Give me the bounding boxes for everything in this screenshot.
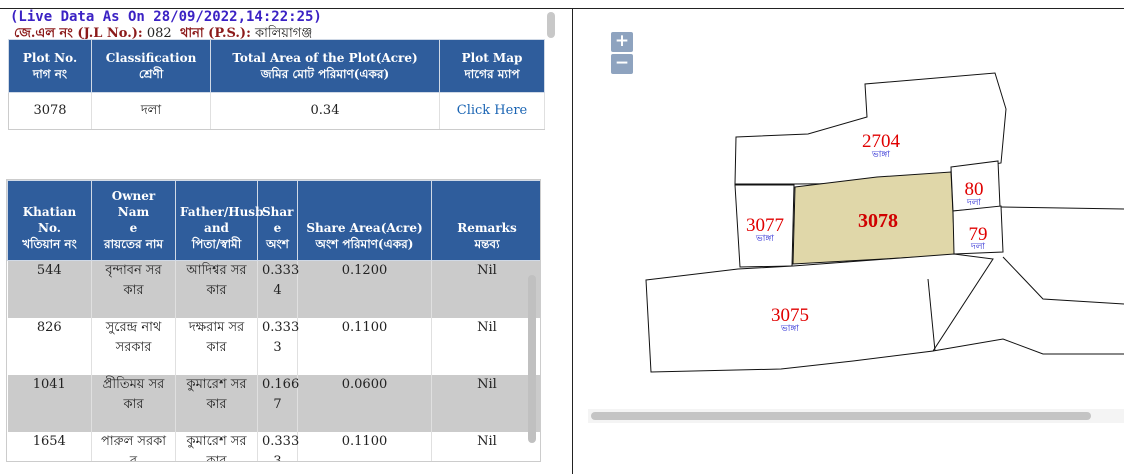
table-row: 1654 পারুল সরকা র কুমারেশ সর কার 0.333 3 0.… (7, 431, 540, 461)
header-share: Shar e অংশ (257, 180, 298, 261)
table-row: 544 বৃন্দাবন সর কার আদিশ্বর সর কার 0.333 4 … (7, 260, 540, 318)
plot-class-79: দলা (970, 241, 985, 251)
share-area-cell: 0.0600 (297, 374, 432, 432)
live-data-title: (Live Data As On 28/09/2022,14:22:25) (10, 9, 322, 25)
plot-row: 3078 দলা 0.34 Click Here (8, 92, 545, 130)
header-plot-map: Plot Map দাগের ম্যাপ (439, 39, 545, 93)
owner-table-container: Khatian No. খতিয়ান নং Owner Nam e রায়তের … (6, 179, 541, 462)
plot-class-2704: ভাঙ্গা (871, 149, 890, 159)
remarks-cell: Nil (431, 431, 540, 461)
plot-table: Plot No. দাগ নং Classification শ্রেণী Tota… (8, 39, 545, 130)
plot-map[interactable]: 2704 ভাঙ্গা 80 দলা 3077 ভাঙ্গা 3078 79 দ… (573, 9, 1124, 474)
owner-cell: সুরেন্দ্র নাথ সরকার (91, 317, 176, 375)
remarks-cell: Nil (431, 317, 540, 375)
owner-table-scrollbar[interactable] (528, 275, 536, 443)
share-cell: 0.333 3 (257, 431, 299, 461)
owner-cell: প্রীতিময় সর কার (91, 374, 176, 432)
plot-no-cell: 3078 (8, 92, 92, 130)
area-cell: 0.34 (210, 92, 440, 130)
khatian-cell: 544 (7, 260, 92, 318)
father-cell: কুমারেশ সর কার (175, 374, 258, 432)
khatian-cell: 1041 (7, 374, 92, 432)
header-total-area: Total Area of the Plot(Acre) জমির মোট পরি… (210, 39, 440, 93)
owner-cell: বৃন্দাবন সর কার (91, 260, 176, 318)
table-row: 826 সুরেন্দ্র নাথ সরকার দক্ষরাম সর কার 0.3… (7, 317, 540, 375)
father-cell: আদিশ্বর সর কার (175, 260, 258, 318)
share-cell: 0.333 4 (257, 260, 299, 318)
share-area-cell: 0.1100 (297, 317, 432, 375)
father-cell: কুমারেশ সর কার (175, 431, 258, 461)
plot-class-80: দলা (966, 197, 981, 207)
map-scrollbar-thumb[interactable] (591, 412, 1091, 420)
neighbour-boundary (932, 338, 1124, 355)
remarks-cell: Nil (431, 260, 540, 318)
header-classification: Classification শ্রেণী (91, 39, 211, 93)
plot-class-3077: ভাঙ্গা (755, 233, 774, 243)
header-share-area: Share Area(Acre) অংশ পরিমাণ(একর) (297, 180, 432, 261)
father-cell: দক্ষরাম সর কার (175, 317, 258, 375)
share-area-cell: 0.1100 (297, 431, 432, 461)
map-link-cell: Click Here (439, 92, 545, 130)
zoom-out-button[interactable]: − (611, 54, 633, 74)
header-plot-no: Plot No. দাগ নং (8, 39, 92, 93)
header-owner-name: Owner Nam e রায়তের নাম (91, 180, 176, 261)
owner-table: Khatian No. খতিয়ান নং Owner Nam e রায়তের … (7, 180, 540, 461)
classification-cell: দলা (91, 92, 211, 130)
plot-label-3078: 3078 (858, 210, 898, 232)
plot-3075-boundary[interactable] (645, 253, 994, 373)
click-here-link[interactable]: Click Here (457, 103, 528, 118)
owner-table-header: Khatian No. খতিয়ান নং Owner Nam e রায়তের … (7, 180, 540, 261)
neighbour-boundary (1002, 256, 1124, 305)
remarks-cell: Nil (431, 374, 540, 432)
table-row: 1041 প্রীতিময় সর কার কুমারেশ সর কার 0.166… (7, 374, 540, 432)
map-canvas: 2704 ভাঙ্গা 80 দলা 3077 ভাঙ্গা 3078 79 দ… (645, 72, 1124, 373)
header-father: Father/Husb and পিতা/স্বামী (175, 180, 263, 261)
header-remarks: Remarks মন্তব্য (431, 180, 540, 261)
plot-class-3075: ভাঙ্গা (780, 323, 799, 333)
plot-table-header: Plot No. দাগ নং Classification শ্রেণী Tota… (8, 39, 545, 93)
zoom-in-button[interactable]: + (611, 32, 633, 52)
share-cell: 0.333 3 (257, 317, 299, 375)
neighbour-boundary (1000, 206, 1124, 210)
share-area-cell: 0.1200 (297, 260, 432, 318)
khatian-cell: 1654 (7, 431, 92, 461)
khatian-cell: 826 (7, 317, 92, 375)
owner-cell: পারুল সরকা র (91, 431, 176, 461)
share-cell: 0.166 7 (257, 374, 299, 432)
top-scrollbar[interactable] (547, 12, 555, 38)
header-khatian: Khatian No. খতিয়ান নং (7, 180, 92, 261)
